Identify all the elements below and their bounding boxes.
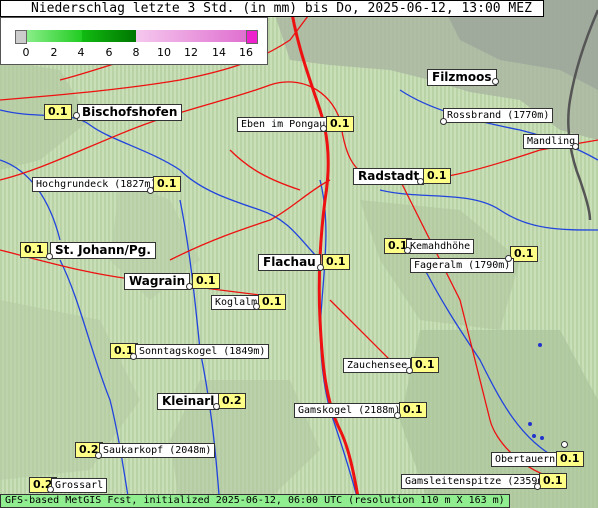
location-marker	[317, 264, 324, 271]
place-label-st-johann[interactable]: St. Johann/Pg.	[50, 242, 156, 259]
location-marker	[404, 247, 411, 254]
lake	[528, 422, 532, 426]
place-label-kleinarl[interactable]: Kleinarl	[157, 393, 220, 410]
precip-value-gamsleitenspitze: 0.1	[539, 473, 567, 489]
legend-extreme-swatch	[246, 30, 258, 44]
location-marker	[130, 353, 137, 360]
place-label-bischofshofen[interactable]: Bischofshofen	[77, 104, 183, 121]
legend-light-swatch	[27, 30, 82, 42]
lake	[532, 434, 536, 438]
place-label-fageralm[interactable]: Fageralm (1790m)	[410, 258, 515, 273]
location-marker	[73, 112, 80, 119]
location-marker	[320, 125, 327, 132]
legend-tick: 8	[132, 46, 140, 59]
location-marker	[147, 187, 154, 194]
precip-value-st-johann: 0.1	[20, 242, 48, 258]
precipitation-map: Niederschlag letzte 3 Std. (in mm) bis D…	[0, 0, 598, 508]
location-marker	[46, 253, 53, 260]
location-marker	[253, 303, 260, 310]
place-label-mandling[interactable]: Mandling	[523, 134, 580, 149]
place-label-gamskogel[interactable]: Gamskogel (2188m)	[294, 403, 405, 418]
precip-value-koglalm: 0.1	[258, 294, 286, 310]
location-marker	[47, 486, 54, 493]
place-label-sonntagskogel[interactable]: Sonntagskogel (1849m)	[135, 344, 270, 359]
place-label-kemahdhoehe[interactable]: Kemahdhöhe	[406, 239, 475, 254]
precip-value-kleinarl: 0.2	[218, 393, 246, 409]
precip-value-radstadt: 0.1	[423, 168, 451, 184]
precip-legend: 0 2 4 6 8 10 12 14 16	[0, 17, 268, 65]
place-label-obertauern[interactable]: Obertauern	[491, 452, 560, 467]
legend-trace-swatch	[15, 30, 27, 44]
place-label-saukarkopf[interactable]: Saukarkopf (2048m)	[99, 443, 216, 458]
legend-tick: 0	[22, 46, 30, 59]
precip-value-gamskogel: 0.1	[399, 402, 427, 418]
location-marker	[572, 143, 579, 150]
location-marker	[213, 403, 220, 410]
location-marker	[406, 367, 413, 374]
place-label-rossbrand[interactable]: Rossbrand (1770m)	[443, 108, 554, 123]
precip-value-wagrain: 0.1	[192, 273, 220, 289]
map-title: Niederschlag letzte 3 Std. (in mm) bis D…	[0, 0, 544, 17]
legend-tick: 6	[105, 46, 113, 59]
legend-tick: 4	[77, 46, 85, 59]
location-marker	[186, 283, 193, 290]
precip-value-obertauern: 0.1	[556, 451, 584, 467]
precip-value-zauchensee: 0.1	[411, 357, 439, 373]
legend-tick: 10	[157, 46, 171, 59]
legend-mid-swatch	[82, 30, 136, 42]
place-label-wagrain[interactable]: Wagrain	[124, 273, 191, 290]
legend-tick: 14	[212, 46, 226, 59]
forecast-footer: GFS-based MetGIS Fcst, initialized 2025-…	[0, 494, 510, 508]
location-marker	[394, 412, 401, 419]
place-label-filzmoos[interactable]: Filzmoos	[427, 69, 497, 86]
precip-value-eben-im-pongau: 0.1	[326, 116, 354, 132]
precip-value-hochgrundeck: 0.1	[153, 176, 181, 192]
legend-tick: 16	[239, 46, 253, 59]
location-marker	[505, 255, 512, 262]
lake	[540, 436, 544, 440]
legend-tick: 12	[184, 46, 198, 59]
place-label-gamsleitenspitze[interactable]: Gamsleitenspitze (2359m)	[401, 474, 554, 489]
precip-value-bischofshofen: 0.1	[44, 104, 72, 120]
legend-heavy-swatch	[136, 30, 246, 42]
location-marker	[534, 483, 541, 490]
location-marker	[492, 78, 499, 85]
place-label-radstadt[interactable]: Radstadt	[353, 168, 425, 185]
place-label-eben-im-pongau[interactable]: Eben im Pongau	[237, 117, 330, 132]
location-marker	[561, 441, 568, 448]
precip-value-flachau: 0.1	[322, 254, 350, 270]
legend-tick: 2	[50, 46, 58, 59]
location-marker	[95, 452, 102, 459]
place-label-grossarl[interactable]: Grossarl	[51, 478, 108, 493]
lake	[538, 343, 542, 347]
place-label-hochgrundeck[interactable]: Hochgrundeck (1827m)	[32, 177, 161, 192]
place-label-flachau[interactable]: Flachau	[258, 254, 321, 271]
place-label-zauchensee[interactable]: Zauchensee	[343, 358, 412, 373]
location-marker	[417, 178, 424, 185]
location-marker	[440, 118, 447, 125]
